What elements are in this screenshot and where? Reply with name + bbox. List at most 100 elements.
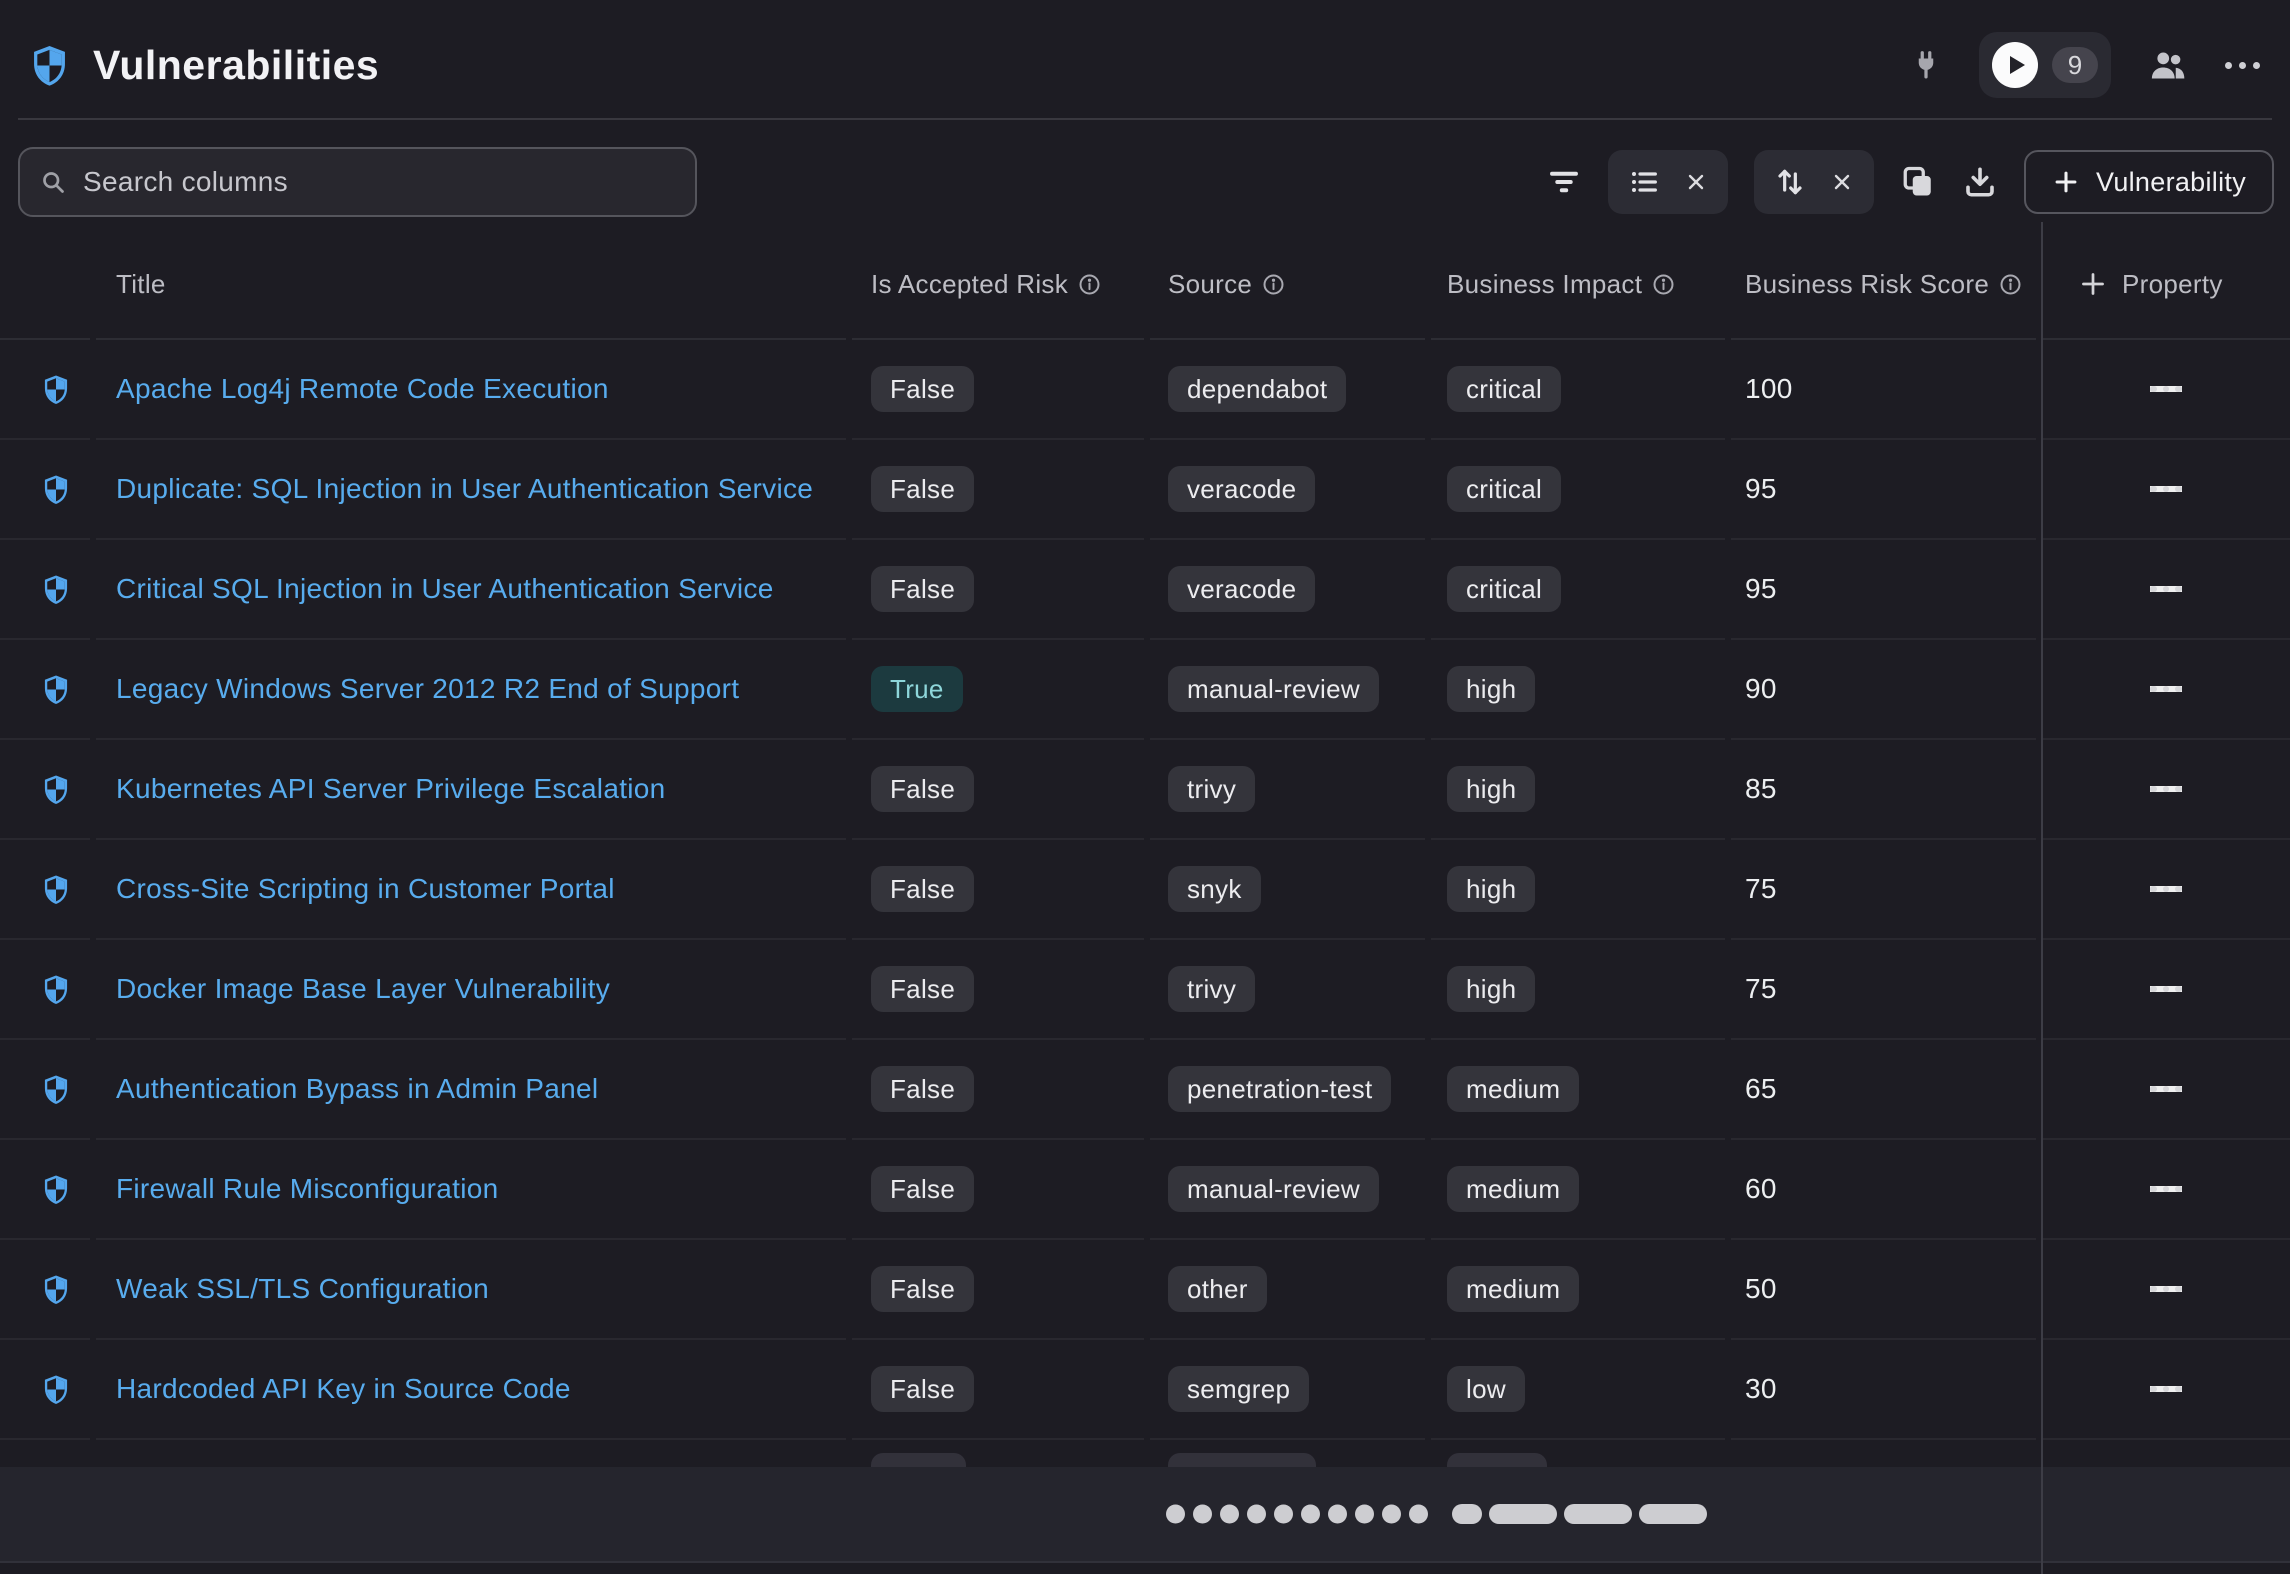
- copy-icon[interactable]: [1900, 164, 1936, 200]
- info-icon[interactable]: [1999, 273, 2022, 296]
- source-badge: other: [1168, 1266, 1267, 1312]
- table-row: Weak SSL/TLS Configuration False other m…: [0, 1240, 2290, 1340]
- table-row: Docker Image Base Layer Vulnerability Fa…: [0, 940, 2290, 1040]
- table-row: Duplicate: SQL Injection in User Authent…: [0, 440, 2290, 540]
- source-badge: trivy: [1168, 766, 1255, 812]
- row-actions-icon[interactable]: [2150, 1286, 2182, 1293]
- row-actions-icon[interactable]: [2150, 786, 2182, 793]
- sort-icon[interactable]: [1774, 166, 1806, 198]
- source-badge: veracode: [1168, 466, 1315, 512]
- row-actions-icon[interactable]: [2150, 1086, 2182, 1093]
- column-header-is-accepted-risk[interactable]: Is Accepted Risk: [852, 230, 1144, 340]
- info-icon[interactable]: [1078, 273, 1101, 296]
- score-value: 85: [1745, 773, 1777, 805]
- partial-badge: [1168, 1453, 1316, 1467]
- score-value: 30: [1745, 1373, 1777, 1405]
- toolbar: Vulnerability: [0, 120, 2290, 218]
- column-header-source[interactable]: Source: [1150, 230, 1425, 340]
- filter-icon[interactable]: [1546, 164, 1582, 200]
- impact-badge: critical: [1447, 466, 1561, 512]
- clear-sort-icon[interactable]: [1830, 170, 1854, 194]
- table-header: Title Is Accepted Risk Source Business I…: [0, 230, 2290, 340]
- partial-badge: [1447, 1453, 1547, 1467]
- users-icon[interactable]: [2149, 46, 2187, 84]
- property-column-divider: [2041, 222, 2043, 1574]
- row-actions-icon[interactable]: [2150, 686, 2182, 693]
- impact-badge: high: [1447, 666, 1535, 712]
- add-vulnerability-button[interactable]: Vulnerability: [2024, 150, 2274, 214]
- top-bar: Vulnerabilities 9: [0, 0, 2290, 120]
- accepted-risk-badge: False: [871, 1366, 974, 1412]
- impact-badge: critical: [1447, 566, 1561, 612]
- row-actions-icon[interactable]: [2150, 886, 2182, 893]
- accepted-risk-badge: False: [871, 966, 974, 1012]
- accepted-risk-badge: True: [871, 666, 963, 712]
- impact-badge: medium: [1447, 1166, 1579, 1212]
- score-value: 60: [1745, 1173, 1777, 1205]
- score-value: 95: [1745, 473, 1777, 505]
- search-box: [18, 147, 697, 217]
- add-vulnerability-label: Vulnerability: [2096, 167, 2246, 198]
- row-title-link[interactable]: Cross-Site Scripting in Customer Portal: [116, 873, 615, 905]
- plug-icon[interactable]: [1911, 50, 1941, 80]
- row-title-link[interactable]: Apache Log4j Remote Code Execution: [116, 373, 609, 405]
- plus-icon: [2078, 269, 2108, 299]
- row-actions-icon[interactable]: [2150, 1186, 2182, 1193]
- row-title-link[interactable]: Hardcoded API Key in Source Code: [116, 1373, 571, 1405]
- run-button[interactable]: 9: [1979, 32, 2111, 98]
- accepted-risk-badge: False: [871, 1066, 974, 1112]
- icon-column-header: [0, 230, 90, 340]
- download-icon[interactable]: [1962, 164, 1998, 200]
- score-value: 50: [1745, 1273, 1777, 1305]
- row-title-link[interactable]: Authentication Bypass in Admin Panel: [116, 1073, 598, 1105]
- row-title-link[interactable]: Docker Image Base Layer Vulnerability: [116, 973, 610, 1005]
- impact-badge: high: [1447, 966, 1535, 1012]
- plus-icon: [2052, 168, 2080, 196]
- score-value: 65: [1745, 1073, 1777, 1105]
- add-property-button[interactable]: Property: [2042, 230, 2290, 340]
- row-shield-icon: [42, 1374, 70, 1405]
- source-badge: manual-review: [1168, 1166, 1379, 1212]
- table-row: Hardcoded API Key in Source Code False s…: [0, 1340, 2290, 1440]
- row-actions-icon[interactable]: [2150, 386, 2182, 393]
- row-shield-icon: [42, 974, 70, 1005]
- impact-badge: medium: [1447, 1066, 1579, 1112]
- topbar-actions: 9: [1911, 32, 2260, 98]
- row-title-link[interactable]: Kubernetes API Server Privilege Escalati…: [116, 773, 666, 805]
- accepted-risk-badge: False: [871, 1166, 974, 1212]
- column-header-business-risk-score[interactable]: Business Risk Score: [1731, 230, 2036, 340]
- info-icon[interactable]: [1262, 273, 1285, 296]
- search-input[interactable]: [83, 166, 675, 198]
- row-shield-icon: [42, 674, 70, 705]
- accepted-risk-badge: False: [871, 366, 974, 412]
- info-icon[interactable]: [1652, 273, 1675, 296]
- row-title-link[interactable]: Weak SSL/TLS Configuration: [116, 1273, 489, 1305]
- table-row: Cross-Site Scripting in Customer Portal …: [0, 840, 2290, 940]
- row-title-link[interactable]: Duplicate: SQL Injection in User Authent…: [116, 473, 813, 505]
- row-shield-icon: [42, 574, 70, 605]
- row-actions-icon[interactable]: [2150, 486, 2182, 493]
- clear-list-filter-icon[interactable]: [1684, 170, 1708, 194]
- toolbar-actions: Vulnerability: [1546, 149, 2274, 215]
- row-shield-icon: [42, 474, 70, 505]
- row-actions-icon[interactable]: [2150, 986, 2182, 993]
- row-shield-icon: [42, 1274, 70, 1305]
- row-actions-icon[interactable]: [2150, 586, 2182, 593]
- row-title-link[interactable]: Legacy Windows Server 2012 R2 End of Sup…: [116, 673, 739, 705]
- impact-badge: high: [1447, 766, 1535, 812]
- play-icon: [1992, 42, 2038, 88]
- loading-dots: [1166, 1505, 1428, 1524]
- row-title-link[interactable]: Firewall Rule Misconfiguration: [116, 1173, 498, 1205]
- column-header-business-impact[interactable]: Business Impact: [1431, 230, 1725, 340]
- column-header-title[interactable]: Title: [96, 230, 846, 340]
- row-title-link[interactable]: Critical SQL Injection in User Authentic…: [116, 573, 774, 605]
- more-menu-icon[interactable]: [2225, 62, 2260, 69]
- row-shield-icon: [42, 374, 70, 405]
- list-view-icon[interactable]: [1628, 166, 1660, 198]
- shield-logo-icon: [30, 44, 69, 87]
- table-row: Apache Log4j Remote Code Execution False…: [0, 340, 2290, 440]
- accepted-risk-badge: False: [871, 566, 974, 612]
- row-actions-icon[interactable]: [2150, 1386, 2182, 1393]
- source-badge: penetration-test: [1168, 1066, 1391, 1112]
- impact-badge: critical: [1447, 366, 1561, 412]
